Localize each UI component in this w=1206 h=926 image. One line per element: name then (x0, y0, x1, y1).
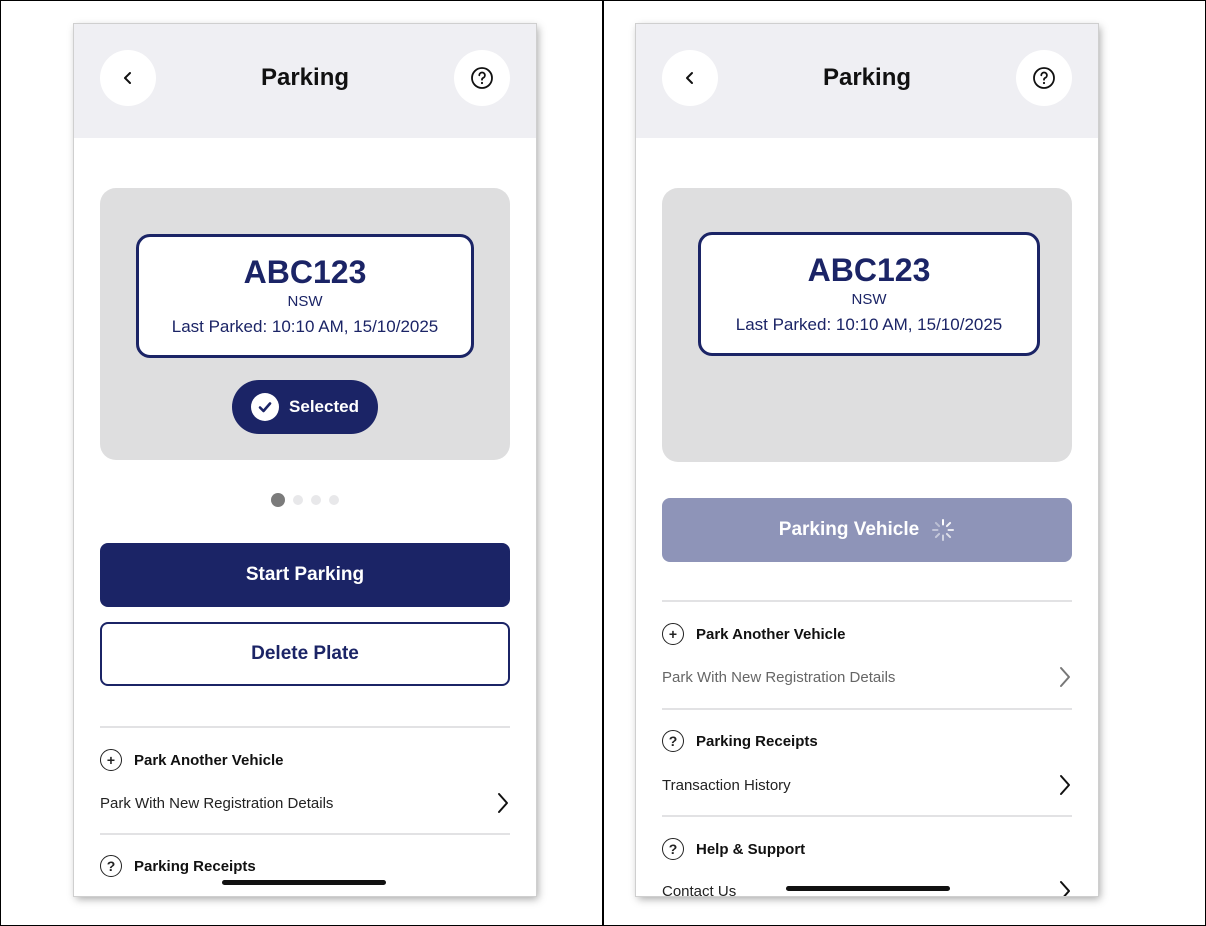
start-parking-button[interactable]: Start Parking (100, 543, 510, 607)
plate-state: NSW (287, 293, 323, 310)
pagination-dot[interactable] (329, 495, 339, 505)
help-support-heading: ? Help & Support (662, 838, 805, 860)
divider (662, 600, 1072, 602)
delete-plate-button[interactable]: Delete Plate (100, 622, 510, 686)
divider (662, 815, 1072, 817)
divider (100, 726, 510, 728)
license-plate: ABC123 NSW Last Parked: 10:10 AM, 15/10/… (136, 234, 474, 358)
parking-receipts-title: Parking Receipts (696, 732, 818, 750)
chevron-right-icon (1060, 881, 1070, 896)
park-another-title: Park Another Vehicle (696, 625, 846, 643)
home-indicator (222, 880, 386, 885)
parking-vehicle-button: Parking Vehicle (662, 498, 1072, 562)
park-new-registration-row[interactable]: Park With New Registration Details (662, 664, 1072, 690)
question-circle-icon: ? (662, 730, 684, 752)
header: Parking (636, 24, 1098, 138)
header: Parking (74, 24, 536, 138)
parking-receipts-heading: ? Parking Receipts (100, 855, 256, 877)
help-button[interactable] (454, 50, 510, 106)
divider (100, 833, 510, 835)
divider (662, 708, 1072, 710)
question-circle-icon (1033, 67, 1055, 89)
row-label: Park With New Registration Details (662, 668, 896, 686)
plate-number: ABC123 (243, 254, 367, 290)
selected-badge[interactable]: Selected (232, 380, 378, 434)
last-parked-text: Last Parked: 10:10 AM, 15/10/2025 (735, 315, 1003, 334)
panel-divider (602, 0, 604, 926)
vehicle-card[interactable]: ABC123 NSW Last Parked: 10:10 AM, 15/10/… (662, 188, 1072, 462)
pagination-dot[interactable] (311, 495, 321, 505)
chevron-right-icon (1060, 667, 1070, 687)
help-support-title: Help & Support (696, 840, 806, 858)
check-icon (251, 393, 280, 421)
park-new-registration-row[interactable]: Park With New Registration Details (100, 790, 510, 816)
vehicle-card[interactable]: ABC123 NSW Last Parked: 10:10 AM, 15/10/… (100, 188, 510, 460)
plus-circle-icon: + (662, 623, 684, 645)
loading-spinner-icon (932, 519, 955, 541)
question-circle-icon (471, 67, 493, 89)
plate-state: NSW (851, 291, 887, 308)
row-label: Transaction History (662, 776, 791, 794)
transaction-history-row[interactable]: Transaction History (662, 772, 1072, 798)
park-another-heading: + Park Another Vehicle (100, 749, 284, 771)
plate-number: ABC123 (807, 252, 931, 288)
last-parked-text: Last Parked: 10:10 AM, 15/10/2025 (171, 317, 439, 336)
home-indicator (786, 886, 950, 891)
license-plate: ABC123 NSW Last Parked: 10:10 AM, 15/10/… (698, 232, 1040, 356)
park-another-title: Park Another Vehicle (134, 751, 284, 769)
plus-circle-icon: + (100, 749, 122, 771)
parking-vehicle-label: Parking Vehicle (778, 519, 920, 540)
pagination-dot[interactable] (293, 495, 303, 505)
chevron-right-icon (498, 793, 508, 813)
pagination-dots (74, 493, 536, 507)
row-label: Contact Us (662, 882, 737, 897)
chevron-right-icon (1060, 775, 1070, 795)
phone-screen-right: Parking ABC123 NSW Last Parked: 10:10 AM… (636, 24, 1098, 896)
question-circle-icon: ? (100, 855, 122, 877)
selected-label: Selected (289, 397, 359, 416)
question-circle-icon: ? (662, 838, 684, 860)
phone-screen-left: Parking ABC123 NSW Last Parked: 10:10 AM… (74, 24, 536, 896)
park-another-heading: + Park Another Vehicle (662, 623, 846, 645)
parking-receipts-heading: ? Parking Receipts (662, 730, 818, 752)
help-button[interactable] (1016, 50, 1072, 106)
pagination-dot[interactable] (271, 493, 285, 507)
row-label: Park With New Registration Details (100, 794, 334, 812)
parking-receipts-title: Parking Receipts (134, 857, 256, 875)
